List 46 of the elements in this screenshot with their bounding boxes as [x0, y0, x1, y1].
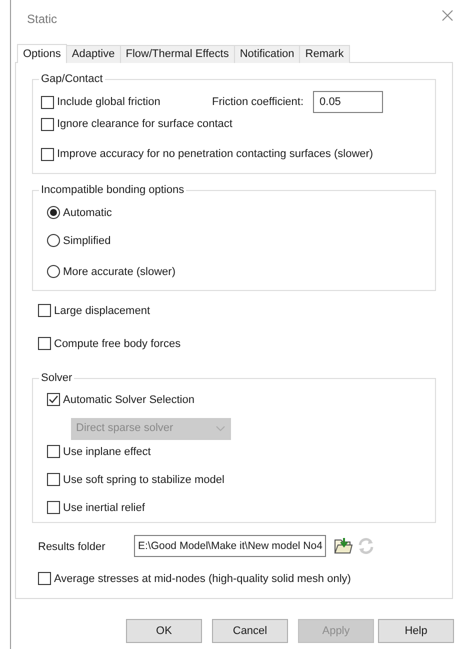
checkbox-label: Automatic Solver Selection — [63, 392, 194, 406]
checkbox-label: Ignore clearance for surface contact — [57, 117, 232, 131]
friction-field[interactable]: 0.05 — [312, 91, 383, 113]
group-title: Solver — [39, 370, 74, 384]
checkbox-label: Use inertial relief — [63, 500, 145, 514]
checkbox-label: Improve accuracy for no penetration contacting surfaces (slower) — [57, 147, 374, 161]
checkbox[interactable] — [47, 445, 60, 458]
group-title: Gap/Contact — [39, 72, 105, 86]
dialog-button[interactable]: Help — [378, 619, 454, 643]
dialog-button[interactable]: Cancel — [212, 619, 288, 643]
tab[interactable]: Notification — [234, 45, 300, 63]
folder-path-field[interactable]: E:\Good Model\Make it\New model No4 — [134, 534, 326, 556]
close-icon[interactable] — [442, 10, 453, 21]
chevron-icon — [216, 426, 225, 431]
dialog-button[interactable]: OK — [126, 619, 202, 643]
radio-label: Simplified — [63, 234, 111, 248]
tab[interactable]: Adaptive — [66, 45, 121, 63]
checkbox-label: Large displacement — [54, 304, 150, 318]
checkbox-label: Use soft spring to stabilize model — [63, 472, 224, 486]
dropdown-value: Direct sparse solver — [76, 421, 174, 436]
field-label: Friction coefficient: — [212, 94, 304, 110]
checkbox[interactable] — [41, 148, 54, 160]
checkbox[interactable] — [41, 96, 54, 108]
checkbox-label: Average stresses at mid-nodes (high-quality solid mesh only) — [54, 572, 351, 586]
checkbox[interactable] — [41, 118, 54, 130]
tab[interactable]: Options — [17, 44, 67, 63]
window-title: Static — [27, 11, 58, 28]
checkbox-label: Include global friction — [57, 95, 160, 109]
radio-button[interactable] — [47, 265, 60, 278]
checkbox[interactable] — [38, 304, 51, 317]
radio-button[interactable] — [47, 234, 60, 247]
radio-label: More accurate (slower) — [63, 264, 176, 278]
checkbox[interactable] — [47, 501, 60, 514]
radio-label: Automatic — [63, 206, 112, 220]
radio-button[interactable] — [47, 206, 60, 219]
checkbox-label: Use inplane effect — [63, 444, 151, 458]
field-label: Results folder — [38, 540, 106, 556]
checkbox[interactable] — [47, 473, 60, 486]
group-title: Incompatible bonding options — [39, 183, 186, 197]
checkbox-label: Compute free body forces — [54, 336, 181, 350]
tab[interactable]: Flow/Thermal Effects — [120, 45, 235, 63]
checkbox[interactable] — [38, 572, 51, 585]
checkbox[interactable] — [38, 337, 51, 350]
folder-icon[interactable] — [334, 536, 354, 554]
checkbox[interactable] — [47, 393, 60, 406]
tab[interactable]: Remark — [299, 45, 350, 63]
